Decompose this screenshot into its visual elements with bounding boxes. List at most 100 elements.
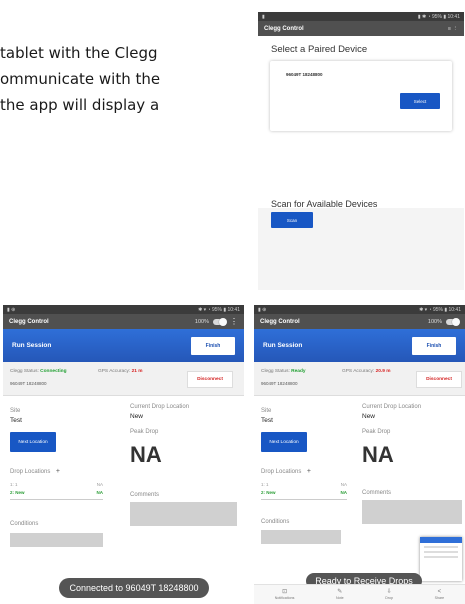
- drop-row[interactable]: 1: 1 NA: [261, 482, 347, 487]
- current-drop-label: Current Drop Location: [130, 404, 190, 410]
- status-bar-left: ▮ ⊕: [258, 306, 267, 313]
- conditions-field[interactable]: [261, 530, 341, 544]
- drop-row-value: NA: [340, 482, 347, 487]
- session-header: Run Session Finish: [3, 329, 244, 362]
- add-drop-icon[interactable]: +: [303, 468, 311, 475]
- status-row: Clegg Status: Connecting GPS Accuracy: 2…: [3, 362, 244, 396]
- toast-message: Connected to 96049T 18248800: [59, 578, 209, 598]
- app-bar: Clegg Control 100% ⋮: [3, 314, 244, 329]
- comments-label: Comments: [130, 492, 160, 498]
- device-select-screenshot: ▮ ▮ ✱ ◔ 95% ▮ 10:41 Clegg Control ≡ ⋮ Se…: [258, 12, 464, 290]
- conditions-field[interactable]: [10, 533, 103, 547]
- nav-label: Share: [434, 596, 445, 600]
- paired-device-panel: 96049T 18248800 Select: [270, 61, 452, 131]
- comments-field[interactable]: [362, 500, 462, 524]
- session-title: Run Session: [12, 342, 52, 349]
- conditions-label: Conditions: [261, 519, 290, 525]
- toggle-switch[interactable]: [446, 317, 460, 326]
- nav-drop[interactable]: ⇩ Drop: [385, 589, 393, 600]
- nav-label: Drop: [385, 596, 393, 600]
- drop-icon: ⇩: [386, 589, 392, 595]
- gps-accuracy: GPS Accuracy: 21 m: [98, 369, 143, 374]
- clegg-status-label: Clegg Status:: [10, 369, 39, 374]
- site-label: Site: [261, 408, 272, 414]
- current-drop-value: New: [130, 413, 144, 420]
- drop-row-value: NA: [96, 490, 104, 495]
- peak-drop-label: Peak Drop: [362, 429, 391, 435]
- drop-row[interactable]: 2: New NA: [261, 490, 347, 495]
- paired-device-item[interactable]: 96049T 18248800: [286, 72, 323, 77]
- peak-drop-value: NA: [362, 442, 394, 467]
- peak-drop-label: Peak Drop: [130, 429, 159, 435]
- percent-label: 100%: [427, 318, 442, 325]
- comments-label: Comments: [362, 490, 392, 496]
- current-drop-value: New: [362, 413, 376, 420]
- share-icon: <: [437, 589, 442, 595]
- gps-label: GPS Accuracy:: [342, 369, 375, 374]
- device-serial: 96049T 18248800: [10, 381, 47, 386]
- screenshot-thumbnail[interactable]: [420, 537, 462, 581]
- current-drop-label: Current Drop Location: [362, 404, 422, 410]
- document-line-1: tablet with the Clegg: [0, 44, 158, 62]
- nav-label: Note: [335, 596, 344, 600]
- disconnect-button[interactable]: Disconnect: [187, 371, 233, 388]
- drop-locations-label: Drop Locations +: [261, 468, 311, 475]
- app-bar-menu-icon[interactable]: ≡ ⋮: [448, 26, 458, 32]
- pencil-icon: ✎: [337, 589, 343, 595]
- scan-button[interactable]: Scan: [271, 212, 313, 228]
- comments-field[interactable]: [130, 502, 237, 526]
- peak-drop-value: NA: [130, 442, 162, 467]
- clegg-status-label: Clegg Status:: [261, 369, 290, 374]
- gps-value: 21 m: [131, 369, 143, 374]
- nav-notifications[interactable]: ⊡ Notifications: [275, 589, 295, 600]
- session-header: Run Session Finish: [254, 329, 465, 362]
- overflow-menu-icon[interactable]: ⋮: [230, 317, 238, 325]
- clegg-status: Clegg Status: Connecting: [10, 369, 67, 374]
- drop-row[interactable]: 1: 1 NA: [10, 482, 103, 487]
- next-location-button[interactable]: Next Location: [10, 432, 56, 452]
- drop-row-value: NA: [340, 490, 348, 495]
- status-bar: ▮ ⊕ ✱ ▾ ◔ 95% ▮ 10:41: [254, 305, 465, 314]
- document-paragraph: tablet with the Clegg ommunicate with th…: [0, 40, 250, 118]
- drop-row[interactable]: 2: New NA: [10, 490, 103, 495]
- status-bar-left: ▮: [262, 13, 265, 20]
- toggle-switch[interactable]: [213, 317, 227, 326]
- percent-label: 100%: [194, 318, 209, 325]
- gps-label: GPS Accuracy:: [98, 369, 131, 374]
- add-drop-icon[interactable]: +: [52, 468, 60, 475]
- app-title: Clegg Control: [264, 25, 304, 32]
- nav-share[interactable]: < Share: [435, 589, 445, 600]
- drop-row-name: 2: New: [261, 490, 276, 495]
- nav-note[interactable]: ✎ Note: [336, 589, 344, 600]
- select-button[interactable]: Select: [400, 93, 440, 109]
- document-line-3: the app will display a: [0, 96, 160, 114]
- clegg-status-value: Connecting: [40, 369, 67, 374]
- app-title: Clegg Control: [9, 318, 49, 325]
- paired-device-title: Select a Paired Device: [271, 44, 368, 55]
- finish-button[interactable]: Finish: [191, 336, 235, 355]
- scan-title: Scan for Available Devices: [271, 199, 378, 209]
- drop-row-name: 2: New: [10, 490, 25, 495]
- status-bar: ▮ ⊕ ✱ ▾ ◔ 95% ▮ 10:41: [3, 305, 244, 314]
- clegg-status-value: Ready: [291, 369, 306, 374]
- bell-icon: ⊡: [282, 589, 288, 595]
- site-label: Site: [10, 408, 21, 414]
- site-value: Test: [10, 417, 22, 424]
- drop-list-divider: [10, 499, 103, 500]
- thumbnail-header: [420, 537, 462, 543]
- status-bar-right: ▮ ✱ ◔ 95% ▮ 10:41: [417, 13, 460, 20]
- device-content: Select a Paired Device 96049T 18248800 S…: [258, 36, 464, 228]
- bottom-navigation: ⊡ Notifications ✎ Note ⇩ Drop < Share: [254, 584, 465, 604]
- app-bar-controls: 100%: [427, 317, 460, 326]
- status-bar: ▮ ▮ ✱ ◔ 95% ▮ 10:41: [258, 12, 464, 21]
- disconnect-button[interactable]: Disconnect: [416, 371, 462, 388]
- drop-locations-label: Drop Locations +: [10, 468, 60, 475]
- status-bar-right: ✱ ▾ ◔ 95% ▮ 10:41: [419, 306, 461, 313]
- conditions-label: Conditions: [10, 521, 39, 527]
- drop-row-value: NA: [96, 482, 103, 487]
- finish-button[interactable]: Finish: [412, 336, 456, 355]
- app-bar: Clegg Control 100%: [254, 314, 465, 329]
- next-location-button[interactable]: Next Location: [261, 432, 307, 452]
- app-title: Clegg Control: [260, 318, 300, 325]
- drop-list-divider: [261, 499, 347, 500]
